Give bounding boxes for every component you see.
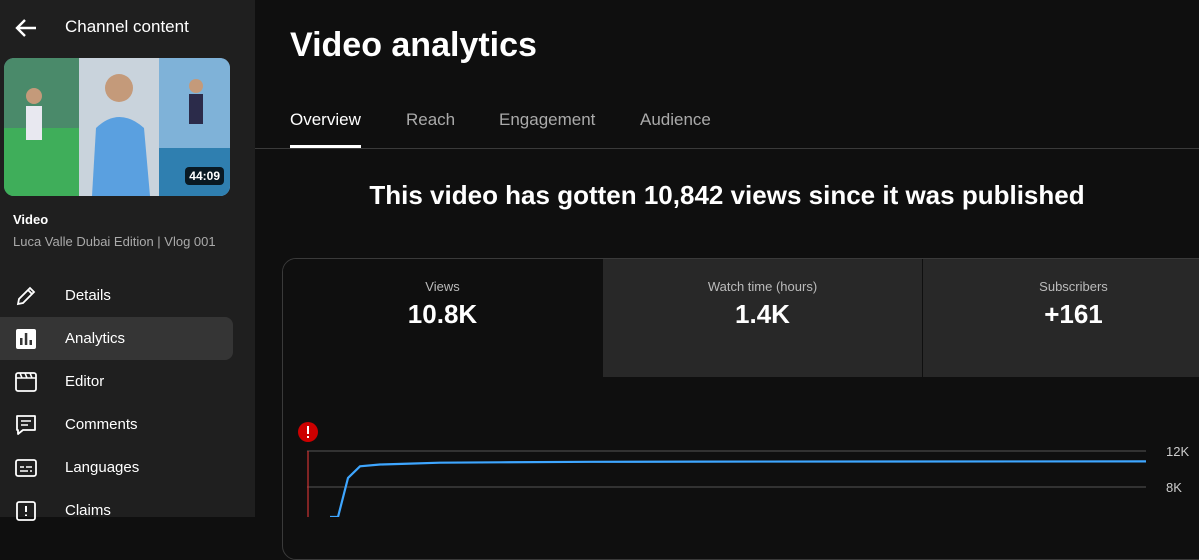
video-label: Video xyxy=(13,212,49,227)
sidebar-item-label: Details xyxy=(65,287,111,304)
sidebar-nav: Details Analytics Editor Comments Langua… xyxy=(0,274,255,532)
sidebar-item-analytics[interactable]: Analytics xyxy=(0,317,233,360)
metric-value: +161 xyxy=(1044,299,1103,329)
metric-card-views[interactable]: Views 10.8K xyxy=(283,259,602,377)
sidebar-item-label: Comments xyxy=(65,416,138,433)
analytics-tabs: Overview Reach Engagement Audience xyxy=(255,100,1199,149)
y-tick-label: 8K xyxy=(1166,480,1182,495)
sidebar: Channel content 44:09 Video Luca Valle D… xyxy=(0,0,255,521)
tab-reach[interactable]: Reach xyxy=(406,110,455,147)
sidebar-item-label: Claims xyxy=(65,502,111,519)
tab-engagement[interactable]: Engagement xyxy=(499,110,595,147)
sidebar-item-comments[interactable]: Comments xyxy=(0,403,255,446)
metric-card-subscribers[interactable]: Subscribers +161 xyxy=(922,259,1199,377)
sidebar-item-label: Editor xyxy=(65,373,105,390)
views-headline: This video has gotten 10,842 views since… xyxy=(369,180,1085,210)
sidebar-item-details[interactable]: Details xyxy=(0,274,255,317)
bar-chart-icon xyxy=(14,327,38,351)
metric-value: 1.4K xyxy=(735,299,790,329)
views-series-line xyxy=(330,460,1147,517)
film-icon xyxy=(14,370,38,394)
video-title: Luca Valle Dubai Edition | Vlog 001 xyxy=(13,234,216,249)
video-duration: 44:09 xyxy=(185,167,224,185)
comment-icon xyxy=(14,413,38,437)
pencil-icon xyxy=(14,284,38,308)
y-tick-label: 12K xyxy=(1166,444,1190,459)
claims-icon xyxy=(14,499,38,523)
video-thumbnail[interactable]: 44:09 xyxy=(4,58,230,196)
page-title: Video analytics xyxy=(290,26,537,64)
sidebar-item-label: Languages xyxy=(65,459,140,476)
metric-label: Watch time (hours) xyxy=(707,279,818,294)
metric-value: 10.8K xyxy=(407,299,478,329)
sidebar-item-editor[interactable]: Editor xyxy=(0,360,255,403)
sidebar-item-languages[interactable]: Languages xyxy=(0,446,255,489)
sidebar-item-claims[interactable]: Claims xyxy=(0,489,255,532)
subtitles-icon xyxy=(14,456,38,480)
views-line-chart xyxy=(307,450,1147,517)
channel-content-title: Channel content xyxy=(65,17,189,36)
tab-audience[interactable]: Audience xyxy=(640,110,711,147)
sidebar-item-label: Analytics xyxy=(65,330,126,347)
arrow-left-icon[interactable] xyxy=(12,14,40,42)
metric-label: Views xyxy=(425,279,460,294)
tab-overview[interactable]: Overview xyxy=(290,110,361,148)
metric-label: Subscribers xyxy=(1039,279,1108,294)
metric-card-watch-time[interactable]: Watch time (hours) 1.4K xyxy=(602,259,922,377)
